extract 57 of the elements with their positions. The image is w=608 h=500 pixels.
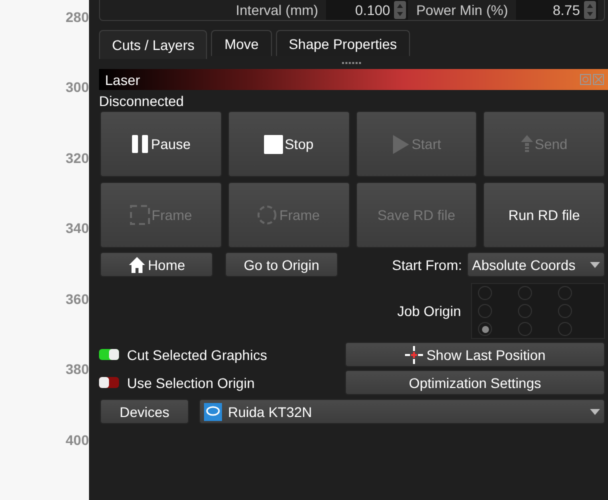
devices-button[interactable]: Devices	[100, 399, 189, 424]
connection-status: Disconnected	[99, 93, 185, 111]
home-icon	[128, 256, 146, 274]
optimization-settings-button[interactable]: Optimization Settings	[345, 370, 605, 395]
play-icon	[392, 134, 410, 154]
spinner-arrows-icon[interactable]	[394, 1, 406, 19]
device-dropdown[interactable]: Ruida KT32N	[199, 399, 605, 424]
go-to-origin-button[interactable]: Go to Origin	[225, 252, 338, 277]
tab[interactable]: Shape Properties	[276, 30, 410, 56]
ruler-label: 380	[64, 360, 89, 380]
tab[interactable]: Move	[211, 30, 272, 56]
ruler-label: 360	[64, 290, 89, 309]
float-icon[interactable]	[580, 74, 591, 85]
toggle-switch[interactable]	[99, 349, 119, 360]
panel-title: Laser	[105, 72, 142, 88]
action-button[interactable]: Pause	[100, 111, 222, 177]
toggle-switch[interactable]	[99, 377, 119, 388]
origin-radio[interactable]	[558, 322, 572, 336]
stop-icon	[264, 134, 283, 154]
pause-icon	[131, 134, 150, 154]
job-origin-label: Job Origin	[397, 303, 461, 319]
toggle-label: Use Selection Origin	[127, 374, 255, 390]
action-button[interactable]: Run RD file	[483, 182, 605, 248]
caret-icon	[590, 408, 600, 414]
start-from-label: Start From:	[392, 256, 462, 272]
spinner-arrows-icon[interactable]	[584, 1, 596, 19]
circle-frame-icon	[257, 205, 278, 225]
device-logo-icon	[204, 402, 222, 420]
ruler-label: 300	[64, 78, 89, 98]
field-label: Interval (mm)	[236, 2, 318, 18]
origin-radio[interactable]	[518, 286, 532, 300]
origin-radio[interactable]	[478, 322, 492, 336]
crosshair-icon	[404, 344, 424, 364]
spin-field[interactable]: 0.100	[326, 0, 408, 20]
ruler-label: 280	[64, 8, 89, 27]
ruler-label: 340	[64, 219, 89, 238]
close-icon[interactable]	[593, 74, 604, 85]
origin-radio[interactable]	[558, 286, 572, 300]
origin-radio[interactable]	[478, 304, 492, 318]
caret-icon	[590, 262, 600, 268]
field-label: Power Min (%)	[416, 2, 508, 18]
ruler-label: 400	[64, 430, 89, 450]
origin-radio[interactable]	[518, 304, 532, 318]
origin-radio[interactable]	[478, 286, 492, 300]
upload-icon	[520, 135, 533, 153]
splitter-grip-icon[interactable]	[342, 61, 362, 65]
origin-radio[interactable]	[518, 322, 532, 336]
tab[interactable]: Cuts / Layers	[99, 30, 208, 59]
show-last-position-button[interactable]: Show Last Position	[345, 342, 605, 367]
home-button[interactable]: Home	[100, 252, 213, 277]
ruler-label: 320	[64, 148, 89, 168]
start-from-dropdown[interactable]: Absolute Coords	[467, 252, 605, 277]
action-button[interactable]: Stop	[228, 111, 350, 177]
toggle-label: Cut Selected Graphics	[127, 346, 268, 362]
origin-radio[interactable]	[558, 304, 572, 318]
spin-field[interactable]: 8.75	[516, 0, 598, 20]
frame-icon	[130, 205, 150, 225]
